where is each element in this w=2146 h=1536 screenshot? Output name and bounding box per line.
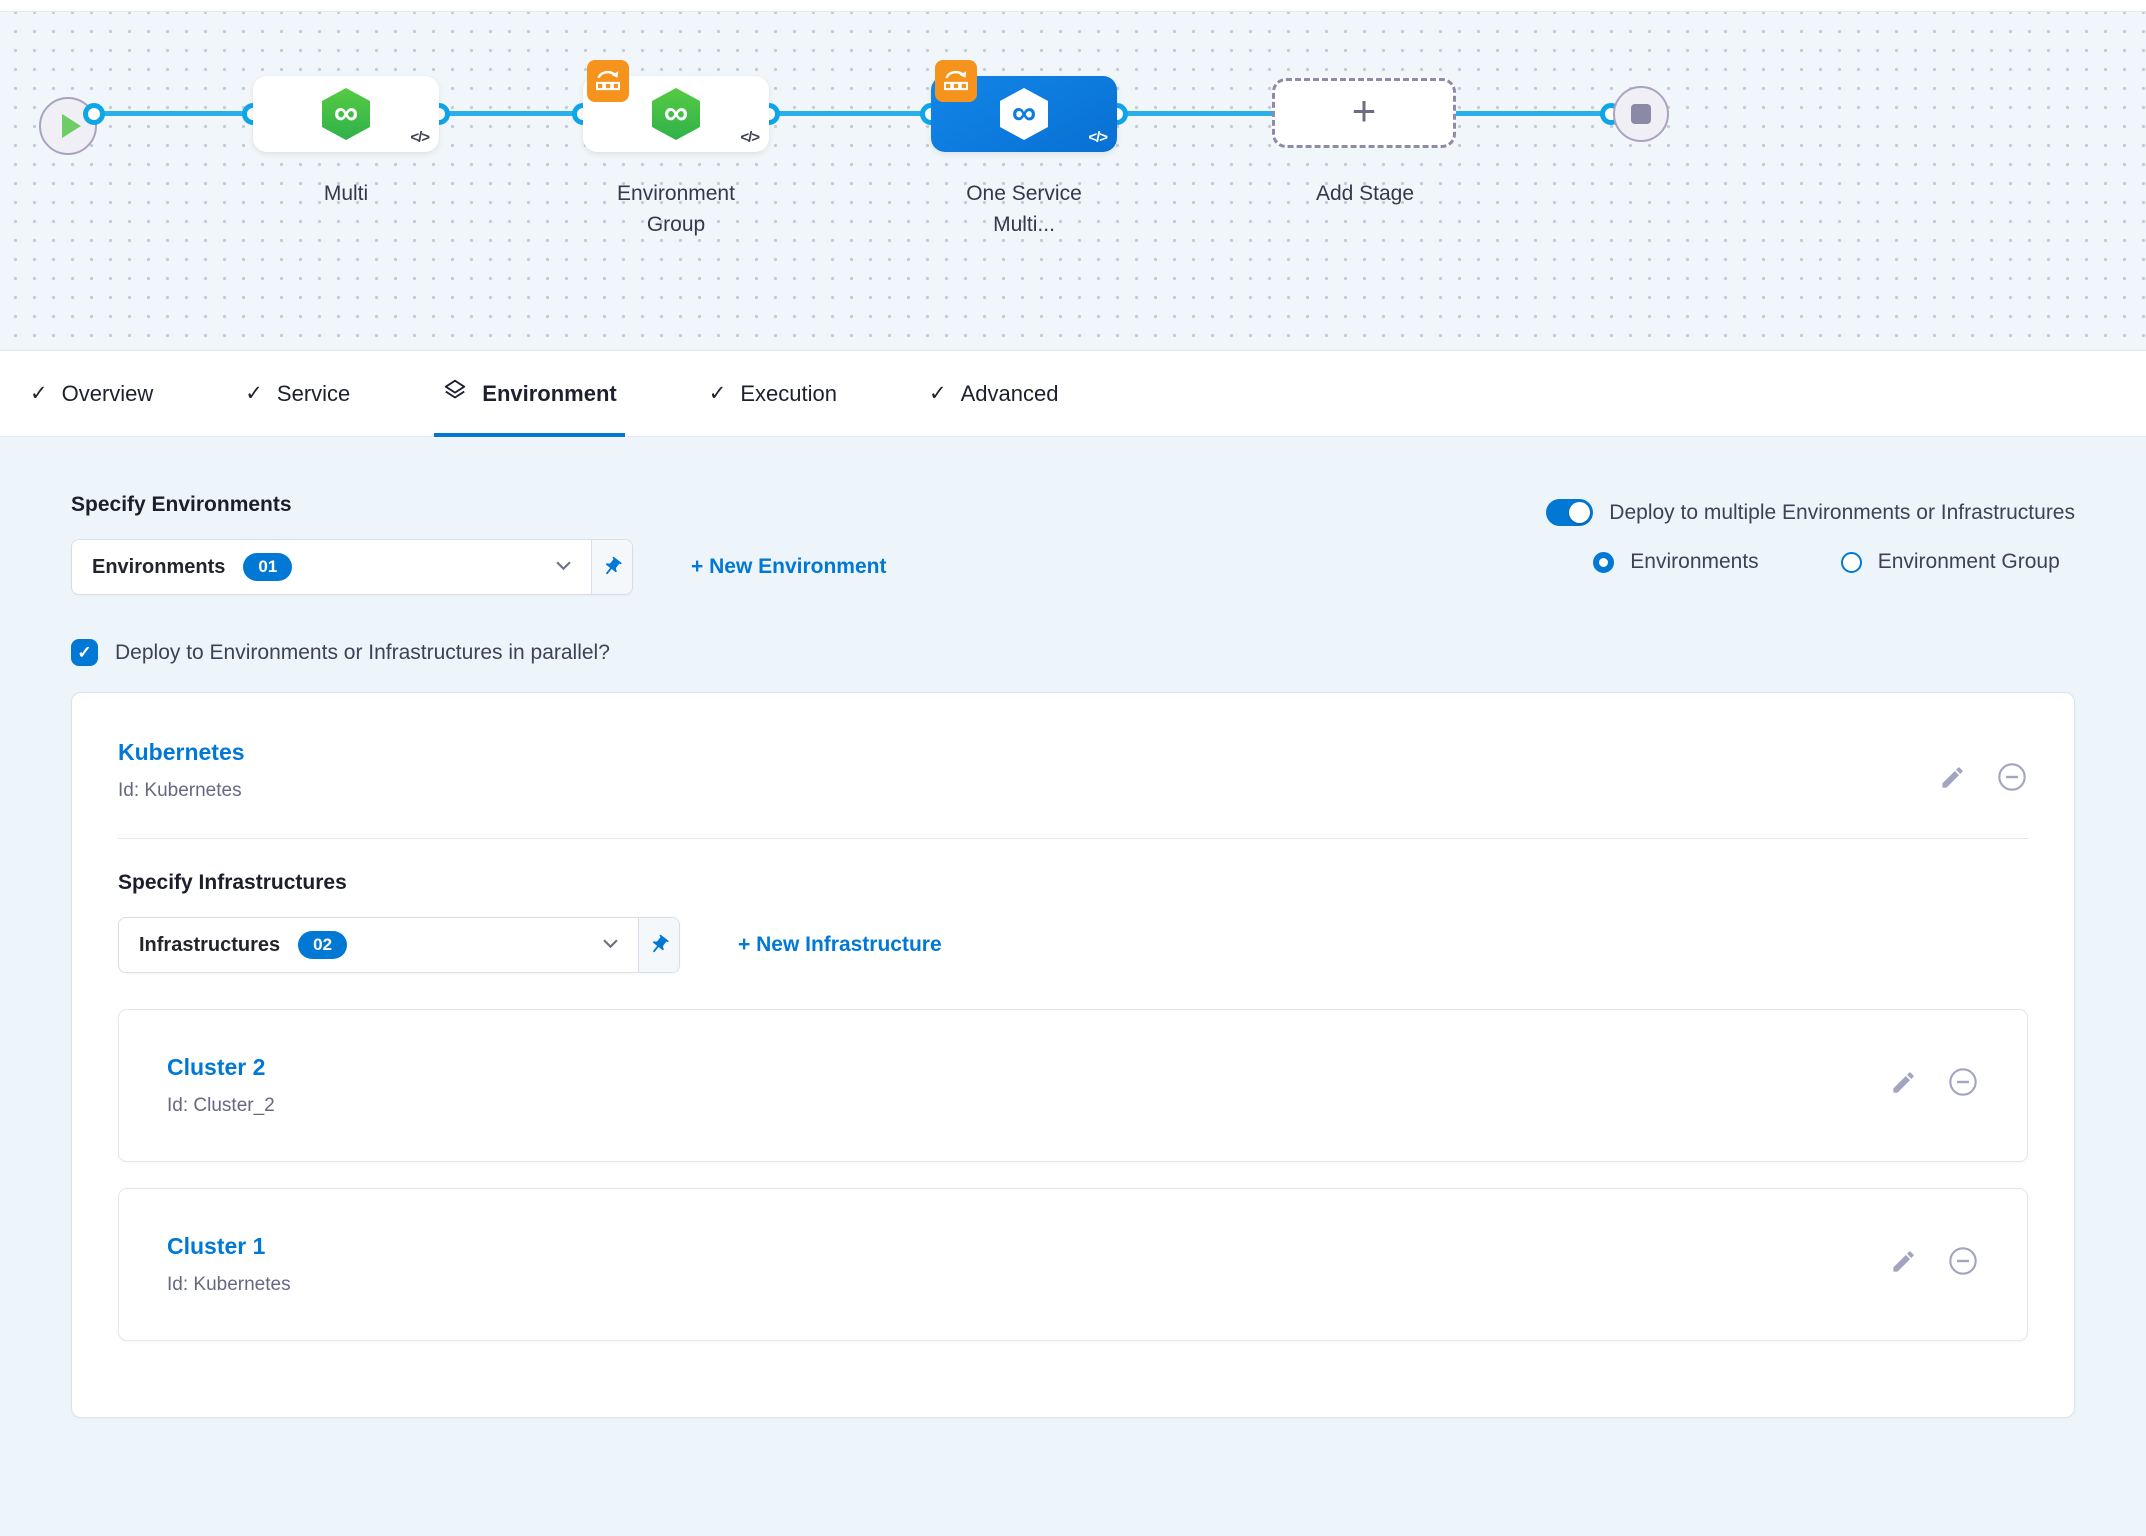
radio-environment-group-label: Environment Group [1878,550,2060,574]
top-strip [0,0,2146,12]
code-icon: </> [1088,129,1107,146]
remove-infrastructure-button[interactable] [1947,1066,1979,1098]
tab-label: Environment [482,381,616,407]
infinity-icon: ∞ [334,96,358,130]
plus-icon: + [1352,90,1377,132]
stage-node-one-service-multi[interactable]: ∞ </> [931,76,1117,152]
radio-environments[interactable] [1593,552,1614,573]
minus-circle-icon [1947,1066,1979,1098]
connector-dot [83,103,105,125]
add-stage-button[interactable]: + [1272,78,1456,148]
specify-environments-block: Specify Environments Environments 01 [71,493,886,595]
new-infrastructure-link[interactable]: + New Infrastructure [738,933,942,957]
specify-environments-heading: Specify Environments [71,493,886,517]
environment-tab-panel: Specify Environments Environments 01 [0,437,2146,1535]
environment-card: Kubernetes Id: Kubernetes Specify Infras… [71,692,2075,1418]
environments-dropdown[interactable]: Environments 01 [71,539,633,595]
tab-advanced[interactable]: ✓ Advanced [929,351,1058,436]
pipeline-end-node[interactable] [1613,86,1669,142]
radio-environment-group[interactable] [1841,552,1862,573]
deploy-parallel-checkbox[interactable]: ✓ [71,639,98,666]
infrastructures-dropdown-value: Infrastructures [139,934,280,957]
stage-tabbar: ✓ Overview ✓ Service Environment ✓ Execu… [0,351,2146,437]
add-stage-label: Add Stage [1265,178,1465,209]
deploy-mode-block: Deploy to multiple Environments or Infra… [1546,493,2075,574]
tab-service[interactable]: ✓ Service [245,351,350,436]
tab-label: Advanced [961,381,1059,407]
stage-label-one-service-multi: One Service Multi... [924,178,1124,240]
service-hexagon-icon: ∞ [1000,88,1048,140]
environment-info: Kubernetes Id: Kubernetes [118,739,245,802]
rollout-strategy-icon [935,60,977,102]
pencil-icon [1890,1248,1917,1275]
section-divider [118,838,2028,839]
radio-environments-label: Environments [1630,550,1758,574]
deploy-parallel-label: Deploy to Environments or Infrastructure… [115,641,610,665]
tab-overview[interactable]: ✓ Overview [30,351,153,436]
toggle-knob [1569,502,1590,523]
pin-icon [597,552,628,583]
remove-infrastructure-button[interactable] [1947,1245,1979,1277]
tab-label: Execution [740,381,837,407]
pin-runtime-input-button[interactable] [638,918,679,972]
environment-id: Id: Kubernetes [118,780,245,802]
infrastructure-name-link[interactable]: Cluster 2 [167,1054,275,1081]
stage-node-environment-group[interactable]: ∞ </> [583,76,769,152]
play-icon [62,114,81,138]
stage-node-multi[interactable]: ∞ </> [253,76,439,152]
infrastructure-card: Cluster 1 Id: Kubernetes [118,1188,2028,1341]
check-icon: ✓ [709,381,727,406]
environment-layers-icon [442,378,468,410]
tab-label: Service [277,381,350,407]
multi-environment-toggle-label: Deploy to multiple Environments or Infra… [1609,501,2075,525]
infrastructure-id: Id: Kubernetes [167,1274,291,1296]
infrastructure-info: Cluster 1 Id: Kubernetes [167,1233,291,1296]
infrastructures-count-badge: 02 [298,931,347,959]
pin-icon [644,930,675,961]
specify-infrastructures-heading: Specify Infrastructures [118,871,2028,895]
pencil-icon [1939,764,1966,791]
minus-circle-icon [1947,1245,1979,1277]
infrastructure-id: Id: Cluster_2 [167,1095,275,1117]
code-icon: </> [410,129,429,146]
pipeline-canvas: ∞ </> Multi ∞ </> Enviro [0,12,2146,351]
pin-runtime-input-button[interactable] [591,540,632,594]
tab-execution[interactable]: ✓ Execution [709,351,837,436]
infinity-icon: ∞ [1012,96,1036,130]
service-hexagon-icon: ∞ [322,88,370,140]
edit-infrastructure-button[interactable] [1890,1248,1917,1275]
environment-name-link[interactable]: Kubernetes [118,739,245,766]
infrastructure-card: Cluster 2 Id: Cluster_2 [118,1009,2028,1162]
infrastructure-info: Cluster 2 Id: Cluster_2 [167,1054,275,1117]
stage-label-environment-group: Environment Group [576,178,776,240]
multi-environment-toggle[interactable] [1546,499,1593,526]
infinity-icon: ∞ [664,96,688,130]
rollout-strategy-icon [587,60,629,102]
service-hexagon-icon: ∞ [652,88,700,140]
environments-count-badge: 01 [243,553,292,581]
infrastructures-dropdown[interactable]: Infrastructures 02 [118,917,680,973]
infrastructure-name-link[interactable]: Cluster 1 [167,1233,291,1260]
new-environment-link[interactable]: + New Environment [691,555,886,579]
stop-icon [1631,104,1651,124]
pencil-icon [1890,1069,1917,1096]
check-icon: ✓ [245,381,263,406]
edit-environment-button[interactable] [1939,764,1966,791]
tab-label: Overview [62,381,154,407]
check-icon: ✓ [929,381,947,406]
chevron-down-icon [603,936,618,954]
code-icon: </> [740,129,759,146]
stage-label-multi: Multi [246,178,446,209]
minus-circle-icon [1996,761,2028,793]
pipeline-studio-page: ∞ </> Multi ∞ </> Enviro [0,0,2146,1536]
edit-infrastructure-button[interactable] [1890,1069,1917,1096]
remove-environment-button[interactable] [1996,761,2028,793]
check-icon: ✓ [30,381,48,406]
environments-dropdown-value: Environments [92,556,225,579]
tab-environment[interactable]: Environment [442,351,616,436]
chevron-down-icon [556,558,571,576]
check-icon: ✓ [77,643,91,663]
